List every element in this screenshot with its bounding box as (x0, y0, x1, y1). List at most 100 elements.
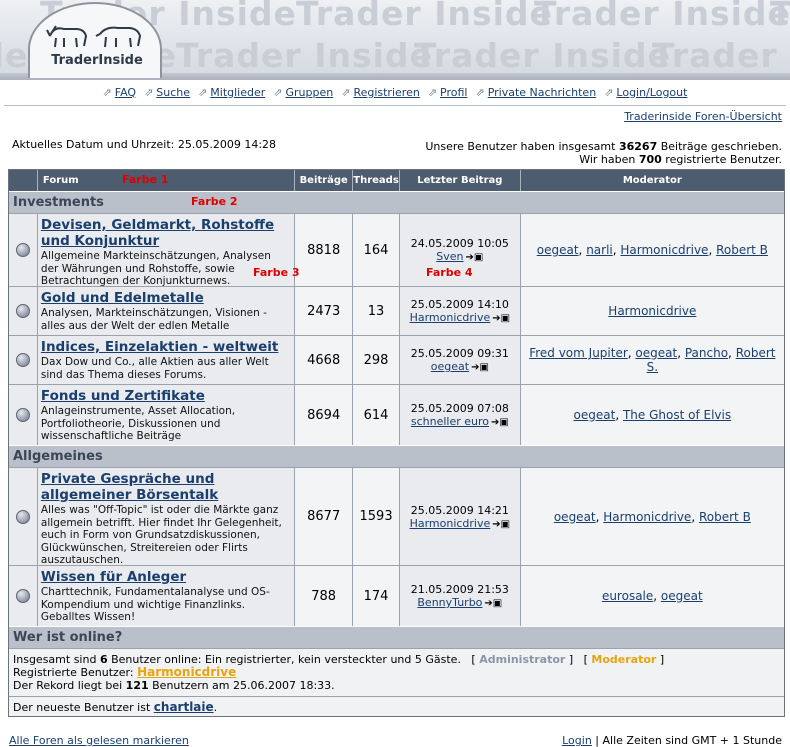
category-investments[interactable]: Investments (9, 191, 784, 213)
moderator-link[interactable]: Robert B (716, 243, 768, 257)
forum-title-link[interactable]: Devisen, Geldmarkt, Rohstoffe und Konjun… (41, 217, 274, 249)
forum-status-icon (15, 589, 30, 603)
nav-link-groups[interactable]: Gruppen (285, 86, 333, 99)
go-to-post-icon[interactable]: ➔▣ (491, 417, 509, 428)
moderator-link[interactable]: Harmonicdrive (620, 243, 708, 257)
last-post-author[interactable]: Harmonicdrive (410, 517, 491, 530)
last-post-author[interactable]: schneller euro (411, 415, 489, 428)
nav-arrow-icon: ⇗ (198, 85, 208, 99)
last-post-author[interactable]: Harmonicdrive (410, 311, 491, 324)
moderator-link[interactable]: The Ghost of Elvis (623, 408, 731, 422)
forum-last-post: 25.05.2009 09:31 oegeat ➔▣ (399, 336, 521, 384)
watermark-text: Trader Inside (652, 36, 790, 75)
last-post-author[interactable]: BennyTurbo (417, 596, 482, 609)
moderator-link[interactable]: Fred vom Jupiter (529, 346, 628, 360)
record-line: Der Rekord liegt bei 121 Benutzern am 25… (13, 679, 780, 692)
nav-arrow-icon: ⇗ (427, 85, 438, 99)
logo-text: TraderInside (51, 53, 143, 68)
footer-login-link[interactable]: Login (562, 734, 592, 747)
forum-threads-count: 298 (353, 336, 400, 384)
stats-text: Wir haben (579, 153, 639, 166)
forum-description: Alles was "Off-Topic" ist oder die Märkt… (40, 504, 282, 566)
moderator-link[interactable]: oegeat (554, 510, 596, 524)
forum-status-cell (9, 287, 38, 335)
who-is-online-title: Wer ist online? (13, 630, 123, 645)
header-threads: Threads (353, 170, 400, 191)
category-allgemeines[interactable]: Allgemeines (9, 445, 784, 467)
annotation-farbe-1: Farbe 1 (122, 173, 169, 186)
record-count: 121 (125, 679, 149, 692)
nav-link-faq[interactable]: FAQ (115, 86, 136, 99)
forum-row: Indices, Einzelaktien - weltweit Dax Dow… (9, 335, 784, 384)
forum-title-link[interactable]: Private Gespräche und allgemeiner Börsen… (41, 471, 218, 503)
go-to-post-icon[interactable]: ➔▣ (471, 362, 489, 373)
forum-moderators: oegeat, The Ghost of Elvis (520, 385, 784, 445)
nav-item-members[interactable]: ⇗ Mitglieder (198, 85, 265, 99)
moderator-link[interactable]: Harmonicdrive (608, 304, 696, 318)
moderator-link[interactable]: Robert B (699, 510, 751, 524)
forum-title-link[interactable]: Wissen für Anleger (41, 569, 186, 585)
moderator-link[interactable]: Harmonicdrive (603, 510, 691, 524)
forum-description: Charttechnik, Fundamentalanalyse und OS-… (40, 586, 270, 623)
go-to-post-icon[interactable]: ➔▣ (492, 519, 510, 530)
go-to-post-icon[interactable]: ➔▣ (484, 598, 502, 609)
nav-item-login[interactable]: ⇗ Login/Logout (604, 85, 687, 99)
forum-title-link[interactable]: Indices, Einzelaktien - weltweit (41, 339, 278, 355)
newest-user-row: Der neueste Benutzer ist chartlaie. (9, 696, 784, 716)
nav-item-private-messages[interactable]: ⇗ Private Nachrichten (475, 85, 596, 99)
header-icon-cell (9, 170, 38, 191)
forum-posts-count: 8694 (295, 385, 354, 445)
forum-row: Wissen für Anleger Charttechnik, Fundame… (9, 565, 784, 626)
forum-status-icon (15, 243, 30, 257)
forum-title-link[interactable]: Gold und Edelmetalle (41, 290, 204, 306)
online-count-line: Insgesamt sind 6 Benutzer online: Ein re… (13, 653, 665, 666)
annotation-farbe-2: Farbe 2 (191, 195, 238, 208)
nav-link-profile[interactable]: Profil (440, 86, 467, 99)
moderator-link[interactable]: narli (586, 243, 613, 257)
nav-item-search[interactable]: ⇗ Suche (144, 85, 190, 99)
nav-item-register[interactable]: ⇗ Registrieren (341, 85, 420, 99)
nav-arrow-icon: ⇗ (341, 85, 351, 99)
go-to-post-icon[interactable]: ➔▣ (492, 313, 510, 324)
watermark-text: Trader Inside (296, 0, 553, 33)
who-is-online-body: Insgesamt sind 6 Benutzer online: Ein re… (9, 648, 784, 696)
header-posts: Beiträge (295, 170, 354, 191)
moderator-link[interactable]: Pancho (685, 346, 728, 360)
mark-all-read-link[interactable]: Alle Foren als gelesen markieren (9, 734, 189, 747)
category-label[interactable]: Investments (13, 195, 104, 210)
forum-title-link[interactable]: Fonds und Zertifikate (41, 388, 205, 404)
moderator-link[interactable]: eurosale (602, 589, 653, 603)
newest-user-link[interactable]: chartlaie (154, 700, 214, 714)
forum-status-cell (9, 336, 38, 384)
nav-link-members[interactable]: Mitglieder (210, 86, 265, 99)
forum-posts-count: 8818 (295, 214, 354, 286)
nav-arrow-icon: ⇗ (475, 85, 485, 99)
nav-link-login[interactable]: Login/Logout (616, 86, 687, 99)
nav-item-profile[interactable]: ⇗ Profil (428, 85, 468, 99)
nav-item-groups[interactable]: ⇗ Gruppen (273, 85, 333, 99)
nav-link-search[interactable]: Suche (156, 86, 190, 99)
moderator-link[interactable]: oegeat (661, 589, 703, 603)
last-post-author[interactable]: Sven (436, 250, 463, 263)
forum-moderators: oegeat, narli, Harmonicdrive, Robert B (520, 214, 784, 286)
category-label[interactable]: Allgemeines (13, 449, 103, 464)
forum-overview-link[interactable]: Traderinside Foren-Übersicht (624, 110, 782, 123)
nav-arrow-icon: ⇗ (144, 85, 154, 99)
last-post-author-line: schneller euro ➔▣ (411, 415, 509, 428)
last-post-author[interactable]: oegeat (431, 360, 469, 373)
online-user-link[interactable]: Harmonicdrive (137, 665, 236, 679)
nav-link-private-messages[interactable]: Private Nachrichten (488, 86, 597, 99)
moderator-link[interactable]: oegeat (574, 408, 616, 422)
nav-arrow-icon: ⇗ (273, 85, 283, 99)
nav-item-faq[interactable]: ⇗ FAQ (103, 85, 137, 99)
moderator-link[interactable]: oegeat (537, 243, 579, 257)
go-to-post-icon[interactable]: ➔▣ (466, 252, 484, 263)
forum-info-cell: Wissen für Anleger Charttechnik, Fundame… (37, 566, 296, 626)
stats-text: Beiträge geschrieben. (657, 140, 782, 153)
moderator-link[interactable]: oegeat (635, 346, 677, 360)
forum-threads-count: 1593 (353, 468, 400, 565)
forum-table: Forum Beiträge Threads Letzter Beitrag M… (8, 169, 785, 717)
nav-link-register[interactable]: Registrieren (353, 86, 419, 99)
moderator-list: eurosale, oegeat (601, 589, 703, 603)
forum-status-cell (9, 214, 38, 286)
